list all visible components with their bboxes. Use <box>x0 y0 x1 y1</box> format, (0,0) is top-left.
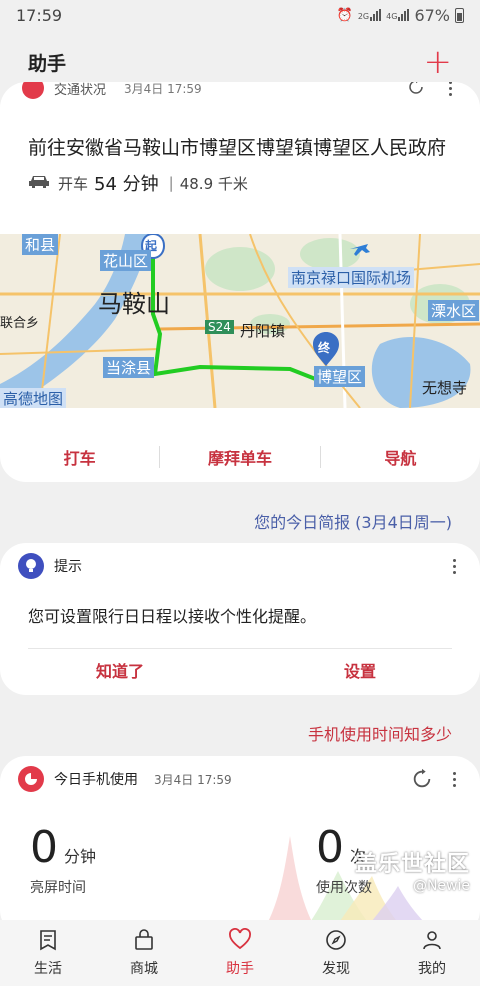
refresh-icon[interactable] <box>407 82 425 99</box>
tip-title: 提示 <box>54 559 82 575</box>
map-label-wuxiang: 无想寺 <box>422 379 468 397</box>
uses-value: 0 <box>316 822 344 873</box>
more-options-icon[interactable] <box>443 82 458 100</box>
route-summary: 开车 54 分钟 | 48.9 千米 <box>0 162 480 204</box>
battery-icon <box>455 7 464 23</box>
nav-life-label: 生活 <box>34 961 62 977</box>
screen-on-label: 亮屏时间 <box>30 880 86 896</box>
life-icon <box>40 930 56 951</box>
nav-me-label: 我的 <box>418 961 446 977</box>
clock: 17:59 <box>16 5 63 25</box>
usage-time-link[interactable]: 手机使用时间知多少 <box>308 721 452 745</box>
nav-me[interactable]: 我的 <box>384 920 480 986</box>
status-bar: 17:59 ⏰ 2G 4G 67% <box>0 0 480 30</box>
navigate-button[interactable]: 导航 <box>321 445 480 469</box>
travel-distance: 48.9 千米 <box>179 174 248 193</box>
nav-assistant-label: 助手 <box>226 961 254 977</box>
traffic-timestamp: 3月4日 17:59 <box>124 82 202 96</box>
travel-duration: 54 分钟 <box>94 174 159 195</box>
compass-icon <box>326 930 346 950</box>
map-label-danyang: 丹阳镇 <box>240 322 286 340</box>
nav-assistant[interactable]: 助手 <box>192 920 288 986</box>
page-title: 助手 <box>28 52 67 75</box>
map-label-gaode: 高德地图 <box>0 388 67 408</box>
screen-on-unit: 分钟 <box>64 847 97 866</box>
settings-button[interactable]: 设置 <box>240 658 480 682</box>
map-label-bowang: 博望区 <box>314 366 366 387</box>
heart-icon <box>229 928 251 950</box>
more-options-icon[interactable] <box>447 555 462 578</box>
nav-discover[interactable]: 发现 <box>288 920 384 986</box>
signal-4g-icon: 4G <box>386 9 410 21</box>
tip-text: 您可设置限行日日程以接收个性化提醒。 <box>28 607 317 626</box>
map-label-s24: S24 <box>205 320 234 334</box>
map-label-lianhexiang: 联合乡 <box>0 316 40 331</box>
tip-card: 提示 您可设置限行日日程以接收个性化提醒。 知道了 设置 <box>0 543 480 695</box>
watermark: 盖乐世社区 @Newie <box>355 846 470 894</box>
got-it-button[interactable]: 知道了 <box>0 658 240 682</box>
signal-2g-icon: 2G <box>358 9 382 21</box>
map-label-dangtu: 当涂县 <box>103 357 155 378</box>
car-icon <box>28 173 50 193</box>
route-map[interactable]: 起 和县 花山区 马鞍山 南京禄口国际机场 溧水区 联合乡 S24 丹阳镇 当涂… <box>0 234 480 408</box>
battery-percent: 67% <box>414 5 450 25</box>
app-header: 助手 + <box>0 40 480 84</box>
person-icon <box>423 931 441 950</box>
alarm-icon: ⏰ <box>336 7 353 23</box>
traffic-card-header: 交通状况 3月4日 17:59 <box>0 82 480 104</box>
traffic-card[interactable]: 交通状况 3月4日 17:59 前往安徽省马鞍山市博望区博望镇博望区人民政府 开… <box>0 82 480 482</box>
nav-shop[interactable]: 商城 <box>96 920 192 986</box>
tip-card-header: 提示 <box>0 543 480 581</box>
tip-actions: 知道了 设置 <box>0 658 480 682</box>
map-label-end: 终 <box>318 341 331 355</box>
traffic-category: 交通状况 <box>54 82 107 98</box>
screen-on-value: 0 <box>30 822 58 873</box>
travel-mode: 开车 <box>58 174 89 193</box>
map-label-huashanqu: 花山区 <box>100 250 152 271</box>
status-icons: ⏰ 2G 4G 67% <box>337 6 464 25</box>
nav-shop-label: 商城 <box>130 961 158 977</box>
taxi-button[interactable]: 打车 <box>0 445 159 469</box>
bottom-nav: 生活 商城 助手 发现 我的 <box>0 920 480 986</box>
usage-timestamp: 3月4日 17:59 <box>154 772 232 787</box>
lightbulb-icon <box>18 553 44 579</box>
shopping-bag-icon <box>135 929 153 950</box>
map-label-hexian: 和县 <box>22 234 59 255</box>
map-label-lukou: 南京禄口国际机场 <box>288 267 415 288</box>
add-icon[interactable]: + <box>424 45 453 79</box>
destination-text: 前往安徽省马鞍山市博望区博望镇博望区人民政府 <box>28 137 447 159</box>
traffic-icon <box>22 82 44 99</box>
watermark-line2: @Newie <box>412 878 470 894</box>
screen-on-stat: 0 分钟 亮屏时间 <box>30 822 96 897</box>
map-label-maanshan: 马鞍山 <box>98 290 170 318</box>
nav-life[interactable]: 生活 <box>0 920 96 986</box>
traffic-actions: 打车 摩拜单车 导航 <box>0 444 480 470</box>
watermark-line1: 盖乐世社区 <box>354 852 470 877</box>
nav-discover-label: 发现 <box>322 961 350 977</box>
daily-briefing-link[interactable]: 您的今日简报 (3月4日周一) <box>254 509 452 533</box>
map-label-lishui: 溧水区 <box>428 300 480 321</box>
mobike-button[interactable]: 摩拜单车 <box>160 445 319 469</box>
